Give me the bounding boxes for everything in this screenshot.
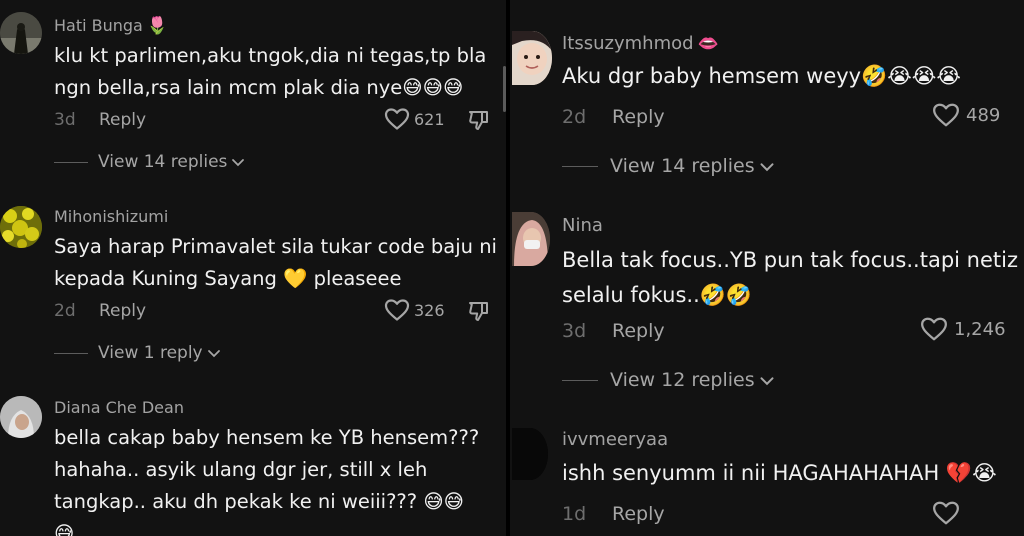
avatar[interactable] [512,212,550,266]
comment-username[interactable]: Itssuzymhmod 👄 [562,33,719,54]
comment-username[interactable]: Mihonishizumi [54,207,168,226]
username-text[interactable]: Hati Bunga [54,16,143,35]
dislike-button[interactable] [467,108,491,136]
comment-text-line: kepada Kuning Sayang 💛 pleaseee [54,267,402,290]
thumbs-down-icon [469,111,488,130]
avatar-image [512,212,550,266]
heart-outline-icon [384,299,410,321]
view-replies-divider [562,379,598,381]
comment-timestamp: 2d [562,106,587,128]
comment-text-line: 😅 [54,522,75,536]
username-text[interactable]: Nina [562,215,603,236]
avatar[interactable] [0,206,42,248]
reply-button[interactable]: Reply [99,110,146,130]
comment-text: Saya harap Primavalet sila tukar code ba… [54,231,497,295]
like-count: 621 [414,109,445,129]
comment-timestamp: 3d [562,320,587,342]
avatar-image [512,428,548,480]
avatar[interactable] [512,428,548,480]
reply-button[interactable]: Reply [612,106,665,128]
avatar[interactable] [0,12,42,54]
like-count: 326 [414,300,445,320]
comment-text-line: hahaha.. asyik ulang dgr jer, still x le… [54,458,428,481]
username-text[interactable]: Mihonishizumi [54,207,168,226]
comment-text-line: bella cakap baby hensem ke YB hensem??? [54,426,480,449]
view-replies-divider [54,161,88,163]
comment-text-line: ngn bella,rsa lain mcm plak dia nye😅😅😅 [54,76,464,99]
chevron-down-icon [760,162,774,171]
like-button[interactable] [932,500,960,526]
reply-button[interactable]: Reply [612,320,665,342]
heart-outline-icon [933,501,959,525]
comment-text: Bella tak focus..YB pun tak focus..tapi … [562,243,1018,313]
comment-username[interactable]: Hati Bunga 🌷 [54,16,168,36]
view-replies-label: View 12 replies [610,369,755,391]
comment-text: ishh senyumm ii nii HAGAHAHAHAH 💔😭 [562,456,997,491]
comment-text: bella cakap baby hensem ke YB hensem??? … [54,422,479,536]
like-count: 489 [966,104,1001,126]
comment-username[interactable]: ivvmeeryaa [562,429,668,450]
dislike-button[interactable] [467,299,491,327]
avatar-image [0,12,42,54]
username-text[interactable]: Diana Che Dean [54,398,184,417]
comment-text: klu kt parlimen,aku tngok,dia ni tegas,t… [54,40,486,104]
reply-button[interactable]: Reply [612,503,665,525]
comment-text-line: selalu fokus..🤣🤣 [562,283,753,307]
comment-timestamp: 2d [54,301,76,321]
like-button[interactable]: 326 [384,298,445,322]
comments-panel-left[interactable]: Hati Bunga 🌷 klu kt parlimen,aku tngok,di… [0,0,506,536]
comment-text-line: Saya harap Primavalet sila tukar code ba… [54,235,497,258]
avatar[interactable] [512,31,552,85]
heart-outline-icon [384,108,410,130]
avatar-image [0,206,42,248]
comment-text-line: tangkap.. aku dh pekak ke ni weiii??? 😅😅 [54,490,464,513]
comment-username[interactable]: Diana Che Dean [54,398,184,417]
comments-screenshot-collage: Hati Bunga 🌷 klu kt parlimen,aku tngok,di… [0,0,1024,536]
comment-username[interactable]: Nina [562,215,603,236]
avatar[interactable] [0,396,42,438]
heart-outline-icon [933,103,959,127]
view-replies-label: View 1 reply [98,343,203,363]
comment-timestamp: 3d [54,110,76,130]
view-replies-label: View 14 replies [610,155,755,177]
like-button[interactable]: 489 [932,102,1000,128]
comment-text: Aku dgr baby hemsem weyy🤣😭😭😭 [562,59,961,94]
avatar-image [512,31,552,85]
thumbs-down-icon [469,302,488,321]
comment-text-line: Bella tak focus..YB pun tak focus..tapi … [562,248,1018,272]
comment-text-line: klu kt parlimen,aku tngok,dia ni tegas,t… [54,44,487,67]
chevron-down-icon [207,350,220,358]
like-button[interactable]: 1,246 [920,316,1006,342]
view-replies-button[interactable]: View 14 replies [54,152,245,172]
reply-button[interactable]: Reply [99,301,146,321]
chevron-down-icon [232,159,245,167]
view-replies-button[interactable]: View 1 reply [54,343,221,363]
username-text[interactable]: ivvmeeryaa [562,429,668,450]
avatar-image [0,396,42,438]
view-replies-button[interactable]: View 12 replies [562,369,775,391]
view-replies-divider [562,165,598,167]
like-button[interactable]: 621 [384,107,445,131]
like-count: 1,246 [954,318,1006,340]
view-replies-divider [54,352,88,354]
view-replies-button[interactable]: View 14 replies [562,155,775,177]
username-emoji: 🌷 [146,16,169,36]
comment-text-line: Aku dgr baby hemsem weyy🤣😭😭😭 [562,64,961,88]
heart-outline-icon [921,317,947,341]
comment-timestamp: 1d [562,503,587,525]
username-text[interactable]: Itssuzymhmod [562,33,694,54]
comments-panel-right[interactable]: Itssuzymhmod 👄 Aku dgr baby hemsem weyy🤣😭… [510,0,1024,536]
view-replies-label: View 14 replies [98,152,228,172]
username-emoji: 👄 [697,34,719,54]
comment-text-line: ishh senyumm ii nii HAGAHAHAHAH 💔😭 [562,461,997,485]
chevron-down-icon [760,376,774,385]
